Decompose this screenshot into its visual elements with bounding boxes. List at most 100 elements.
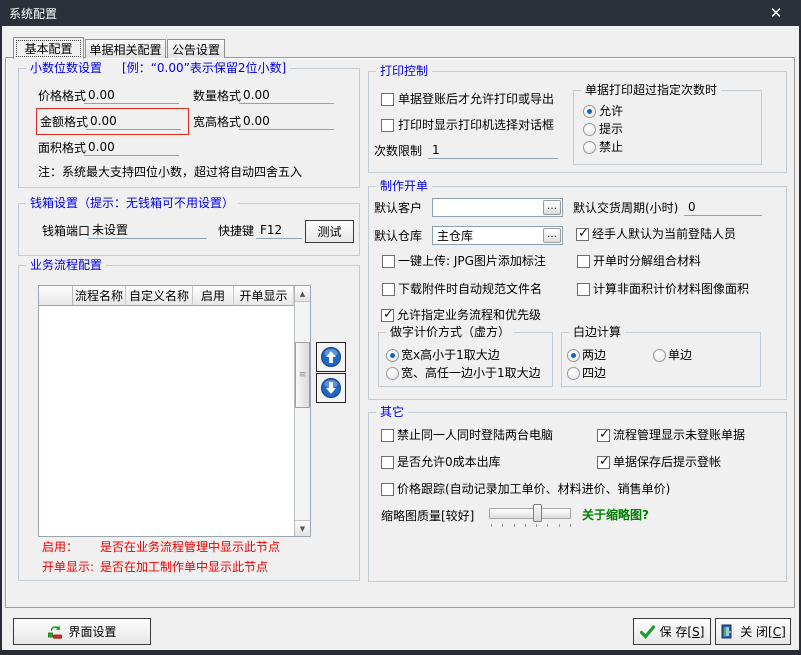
margin-one-side-radio[interactable] xyxy=(653,349,666,362)
price-format-input[interactable]: 0.00 xyxy=(84,87,179,104)
exceed-forbid-radio[interactable] xyxy=(583,141,596,154)
handler-default-checkbox[interactable] xyxy=(576,228,589,241)
one-key-upload-checkbox[interactable] xyxy=(382,255,395,268)
default-customer-label: 默认客户 xyxy=(374,201,422,216)
cashbox-title: 钱箱设置（提示：无钱箱可不用设置） xyxy=(26,196,238,210)
pricing-either-label: 宽、高任一边小于1取大边 xyxy=(401,366,541,381)
wh-format-label: 宽高格式 xyxy=(193,115,241,130)
pricing-mode-title: 做字计价方式（虚方） xyxy=(386,325,514,339)
wh-format-input[interactable]: 0.00 xyxy=(239,113,334,130)
zero-cost-checkbox[interactable] xyxy=(381,456,394,469)
forbid-dual-login-checkbox[interactable] xyxy=(381,429,394,442)
tab-doc-config-label: 单据相关配置 xyxy=(89,41,161,58)
delivery-cycle-input[interactable]: 0 xyxy=(684,199,762,216)
col-custom-name: 自定义名称 xyxy=(126,286,193,306)
close-icon: ✕ xyxy=(770,4,783,22)
scroll-down-icon[interactable]: ▼ xyxy=(295,520,310,536)
interface-settings-button[interactable]: 界面设置 xyxy=(13,618,151,645)
test-button[interactable]: 测试 xyxy=(305,220,354,243)
amount-format-highlight xyxy=(36,108,189,135)
col-enable: 启用 xyxy=(193,286,234,306)
down-circle-icon xyxy=(320,377,342,399)
decimal-note: 注：系统最大支持四位小数，超过将自动四舍五入 xyxy=(38,165,302,180)
print-after-post-checkbox[interactable] xyxy=(381,93,394,106)
tab-focus-rect xyxy=(14,38,83,59)
default-warehouse-input[interactable]: 主仓库 … xyxy=(432,226,563,245)
save-button[interactable]: 保 存[S] xyxy=(633,618,711,645)
save-prompt-checkbox[interactable] xyxy=(597,456,610,469)
pricing-both-radio[interactable] xyxy=(386,349,399,362)
flow-unposted-checkbox[interactable] xyxy=(597,429,610,442)
margin-four-sides-label: 四边 xyxy=(582,366,606,381)
hotkey-input[interactable]: F12 xyxy=(256,222,302,239)
exceed-prompt-label: 提示 xyxy=(599,122,623,137)
tab-basic-config[interactable]: 基本配置 xyxy=(13,37,84,59)
exceed-forbid-label: 禁止 xyxy=(599,140,623,155)
white-margin-title: 白边计算 xyxy=(569,325,625,339)
decompose-material-checkbox[interactable] xyxy=(577,255,590,268)
pricing-both-label: 宽x高小于1取大边 xyxy=(401,348,500,363)
warehouse-picker-icon[interactable]: … xyxy=(543,228,561,243)
move-up-button[interactable] xyxy=(316,342,346,372)
tab-notice-config-label: 公告设置 xyxy=(172,41,220,58)
area-format-input[interactable]: 0.00 xyxy=(84,139,179,156)
customer-picker-icon[interactable]: … xyxy=(543,200,561,215)
door-icon xyxy=(720,624,735,639)
image-area-checkbox[interactable] xyxy=(577,283,590,296)
exceed-prompt-radio[interactable] xyxy=(583,123,596,136)
decimal-settings-title: 小数位数设置 xyxy=(30,61,102,75)
other-title: 其它 xyxy=(376,405,408,419)
thumbnail-quality-slider[interactable] xyxy=(489,503,573,529)
slider-track[interactable] xyxy=(489,508,571,519)
col-show-on-order: 开单显示 xyxy=(234,286,294,306)
print-control-title: 打印控制 xyxy=(376,64,432,78)
default-customer-input[interactable]: … xyxy=(432,198,563,217)
handler-default-label: 经手人默认为当前登陆人员 xyxy=(592,227,736,242)
tab-doc-config[interactable]: 单据相关配置 xyxy=(85,39,166,58)
printer-dialog-label: 打印时显示打印机选择对话框 xyxy=(398,118,554,133)
printer-dialog-checkbox[interactable] xyxy=(381,119,394,132)
cashbox-port-input[interactable]: 未设置 xyxy=(88,222,207,239)
exceed-allow-radio[interactable] xyxy=(583,105,596,118)
close-window-button[interactable]: 关 闭[C] xyxy=(715,618,791,645)
system-config-window: 系统配置 ✕ 基本配置 单据相关配置 公告设置 小数位数设置 [例：“0.00”… xyxy=(0,0,801,655)
zero-cost-label: 是否允许0成本出库 xyxy=(397,455,501,470)
close-button[interactable]: ✕ xyxy=(759,0,793,26)
one-key-upload-label: 一键上传: JPG图片添加标注 xyxy=(398,254,546,269)
order-title: 制作开单 xyxy=(376,179,432,193)
legend-enable-term: 启用： xyxy=(42,540,78,555)
interface-settings-icon xyxy=(47,624,63,640)
thumbnail-quality-slider-thumb[interactable] xyxy=(533,504,542,522)
forbid-dual-login-label: 禁止同一人同时登陆两台电脑 xyxy=(397,428,553,443)
save-check-icon xyxy=(640,625,655,639)
pricing-either-radio[interactable] xyxy=(386,367,399,380)
normalize-filename-label: 下载附件时自动规范文件名 xyxy=(398,282,542,297)
titlebar: 系统配置 xyxy=(0,0,801,26)
legend-enable-desc: 是否在业务流程管理中显示此节点 xyxy=(100,540,280,555)
table-scrollbar[interactable]: ▲ ≡ ▼ xyxy=(294,286,310,536)
allow-priority-checkbox[interactable] xyxy=(381,309,394,322)
margin-two-sides-radio[interactable] xyxy=(567,349,580,362)
move-down-button[interactable] xyxy=(316,373,346,403)
qty-format-input[interactable]: 0.00 xyxy=(239,87,334,104)
about-thumbnail-link[interactable]: 关于缩略图? xyxy=(582,508,649,523)
margin-four-sides-radio[interactable] xyxy=(567,367,580,380)
delivery-cycle-label: 默认交货周期(小时) xyxy=(573,201,678,216)
decimal-settings-hint: [例：“0.00”表示保留2位小数] xyxy=(122,61,286,75)
image-area-label: 计算非面积计价材料图像面积 xyxy=(593,282,749,297)
default-warehouse-label: 默认仓库 xyxy=(374,229,422,244)
col-flow-name: 流程名称 xyxy=(73,286,126,306)
save-label: 保 存[S] xyxy=(660,623,705,640)
scroll-up-icon[interactable]: ▲ xyxy=(295,286,310,302)
margin-one-side-label: 单边 xyxy=(668,348,692,363)
normalize-filename-checkbox[interactable] xyxy=(382,283,395,296)
print-limit-input[interactable]: 1 xyxy=(428,142,558,159)
area-format-label: 面积格式 xyxy=(38,141,86,156)
print-exceed-title: 单据打印超过指定次数时 xyxy=(581,83,721,97)
workflow-title: 业务流程配置 xyxy=(26,258,106,272)
up-circle-icon xyxy=(320,346,342,368)
scrollbar-thumb[interactable]: ≡ xyxy=(295,342,310,408)
close-label: 关 闭[C] xyxy=(740,623,786,640)
price-track-checkbox[interactable] xyxy=(381,483,394,496)
tab-notice-config[interactable]: 公告设置 xyxy=(167,39,225,58)
